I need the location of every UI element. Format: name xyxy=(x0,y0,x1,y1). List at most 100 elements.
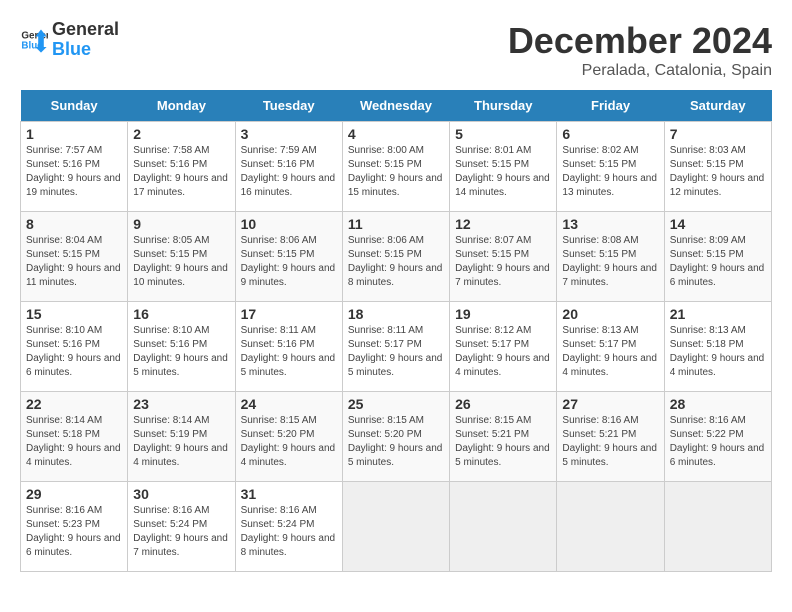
table-row: 29 Sunrise: 8:16 AM Sunset: 5:23 PM Dayl… xyxy=(21,482,128,572)
col-monday: Monday xyxy=(128,90,235,122)
day-info: Sunrise: 8:10 AM Sunset: 5:16 PM Dayligh… xyxy=(133,324,229,380)
location-title: Peralada, Catalonia, Spain xyxy=(508,62,772,80)
table-row: 4 Sunrise: 8:00 AM Sunset: 5:15 PM Dayli… xyxy=(342,122,449,212)
table-row: 14 Sunrise: 8:09 AM Sunset: 5:15 PM Dayl… xyxy=(664,212,771,302)
col-sunday: Sunday xyxy=(21,90,128,122)
day-number: 13 xyxy=(562,216,658,232)
day-info: Sunrise: 8:02 AM Sunset: 5:15 PM Dayligh… xyxy=(562,144,658,200)
day-info: Sunrise: 7:59 AM Sunset: 5:16 PM Dayligh… xyxy=(241,144,337,200)
table-row: 7 Sunrise: 8:03 AM Sunset: 5:15 PM Dayli… xyxy=(664,122,771,212)
day-number: 25 xyxy=(348,396,444,412)
table-row: 25 Sunrise: 8:15 AM Sunset: 5:20 PM Dayl… xyxy=(342,392,449,482)
day-number: 17 xyxy=(241,306,337,322)
logo-text: General Blue xyxy=(52,20,119,60)
day-number: 19 xyxy=(455,306,551,322)
day-number: 14 xyxy=(670,216,766,232)
day-info: Sunrise: 8:07 AM Sunset: 5:15 PM Dayligh… xyxy=(455,234,551,290)
day-number: 10 xyxy=(241,216,337,232)
day-number: 4 xyxy=(348,126,444,142)
col-wednesday: Wednesday xyxy=(342,90,449,122)
table-row: 30 Sunrise: 8:16 AM Sunset: 5:24 PM Dayl… xyxy=(128,482,235,572)
day-info: Sunrise: 8:16 AM Sunset: 5:22 PM Dayligh… xyxy=(670,414,766,470)
day-number: 28 xyxy=(670,396,766,412)
day-info: Sunrise: 8:13 AM Sunset: 5:17 PM Dayligh… xyxy=(562,324,658,380)
day-number: 15 xyxy=(26,306,122,322)
day-info: Sunrise: 8:11 AM Sunset: 5:17 PM Dayligh… xyxy=(348,324,444,380)
day-info: Sunrise: 8:09 AM Sunset: 5:15 PM Dayligh… xyxy=(670,234,766,290)
table-row: 1 Sunrise: 7:57 AM Sunset: 5:16 PM Dayli… xyxy=(21,122,128,212)
calendar-header-row: Sunday Monday Tuesday Wednesday Thursday… xyxy=(21,90,772,122)
day-info: Sunrise: 8:14 AM Sunset: 5:19 PM Dayligh… xyxy=(133,414,229,470)
day-number: 7 xyxy=(670,126,766,142)
day-number: 20 xyxy=(562,306,658,322)
day-number: 23 xyxy=(133,396,229,412)
day-number: 3 xyxy=(241,126,337,142)
day-info: Sunrise: 8:16 AM Sunset: 5:24 PM Dayligh… xyxy=(133,504,229,560)
calendar-row: 1 Sunrise: 7:57 AM Sunset: 5:16 PM Dayli… xyxy=(21,122,772,212)
day-info: Sunrise: 8:05 AM Sunset: 5:15 PM Dayligh… xyxy=(133,234,229,290)
table-row: 9 Sunrise: 8:05 AM Sunset: 5:15 PM Dayli… xyxy=(128,212,235,302)
day-info: Sunrise: 8:08 AM Sunset: 5:15 PM Dayligh… xyxy=(562,234,658,290)
day-number: 6 xyxy=(562,126,658,142)
day-number: 9 xyxy=(133,216,229,232)
day-info: Sunrise: 7:57 AM Sunset: 5:16 PM Dayligh… xyxy=(26,144,122,200)
day-info: Sunrise: 7:58 AM Sunset: 5:16 PM Dayligh… xyxy=(133,144,229,200)
calendar-row: 29 Sunrise: 8:16 AM Sunset: 5:23 PM Dayl… xyxy=(21,482,772,572)
day-number: 26 xyxy=(455,396,551,412)
day-info: Sunrise: 8:16 AM Sunset: 5:21 PM Dayligh… xyxy=(562,414,658,470)
day-number: 2 xyxy=(133,126,229,142)
day-info: Sunrise: 8:06 AM Sunset: 5:15 PM Dayligh… xyxy=(241,234,337,290)
table-row: 17 Sunrise: 8:11 AM Sunset: 5:16 PM Dayl… xyxy=(235,302,342,392)
col-friday: Friday xyxy=(557,90,664,122)
table-row: 15 Sunrise: 8:10 AM Sunset: 5:16 PM Dayl… xyxy=(21,302,128,392)
day-info: Sunrise: 8:13 AM Sunset: 5:18 PM Dayligh… xyxy=(670,324,766,380)
table-row: 22 Sunrise: 8:14 AM Sunset: 5:18 PM Dayl… xyxy=(21,392,128,482)
day-info: Sunrise: 8:10 AM Sunset: 5:16 PM Dayligh… xyxy=(26,324,122,380)
day-number: 24 xyxy=(241,396,337,412)
day-number: 29 xyxy=(26,486,122,502)
day-info: Sunrise: 8:16 AM Sunset: 5:23 PM Dayligh… xyxy=(26,504,122,560)
table-row: 10 Sunrise: 8:06 AM Sunset: 5:15 PM Dayl… xyxy=(235,212,342,302)
calendar-row: 8 Sunrise: 8:04 AM Sunset: 5:15 PM Dayli… xyxy=(21,212,772,302)
day-info: Sunrise: 8:15 AM Sunset: 5:20 PM Dayligh… xyxy=(348,414,444,470)
table-row xyxy=(557,482,664,572)
day-info: Sunrise: 8:03 AM Sunset: 5:15 PM Dayligh… xyxy=(670,144,766,200)
table-row: 8 Sunrise: 8:04 AM Sunset: 5:15 PM Dayli… xyxy=(21,212,128,302)
table-row: 24 Sunrise: 8:15 AM Sunset: 5:20 PM Dayl… xyxy=(235,392,342,482)
day-number: 22 xyxy=(26,396,122,412)
day-info: Sunrise: 8:15 AM Sunset: 5:21 PM Dayligh… xyxy=(455,414,551,470)
day-info: Sunrise: 8:14 AM Sunset: 5:18 PM Dayligh… xyxy=(26,414,122,470)
table-row xyxy=(342,482,449,572)
logo: General Blue General Blue xyxy=(20,20,119,60)
table-row: 21 Sunrise: 8:13 AM Sunset: 5:18 PM Dayl… xyxy=(664,302,771,392)
table-row xyxy=(450,482,557,572)
day-number: 5 xyxy=(455,126,551,142)
col-tuesday: Tuesday xyxy=(235,90,342,122)
table-row: 13 Sunrise: 8:08 AM Sunset: 5:15 PM Dayl… xyxy=(557,212,664,302)
table-row: 2 Sunrise: 7:58 AM Sunset: 5:16 PM Dayli… xyxy=(128,122,235,212)
day-info: Sunrise: 8:04 AM Sunset: 5:15 PM Dayligh… xyxy=(26,234,122,290)
table-row: 18 Sunrise: 8:11 AM Sunset: 5:17 PM Dayl… xyxy=(342,302,449,392)
col-saturday: Saturday xyxy=(664,90,771,122)
day-info: Sunrise: 8:15 AM Sunset: 5:20 PM Dayligh… xyxy=(241,414,337,470)
table-row: 27 Sunrise: 8:16 AM Sunset: 5:21 PM Dayl… xyxy=(557,392,664,482)
col-thursday: Thursday xyxy=(450,90,557,122)
day-info: Sunrise: 8:01 AM Sunset: 5:15 PM Dayligh… xyxy=(455,144,551,200)
day-info: Sunrise: 8:00 AM Sunset: 5:15 PM Dayligh… xyxy=(348,144,444,200)
day-info: Sunrise: 8:06 AM Sunset: 5:15 PM Dayligh… xyxy=(348,234,444,290)
day-number: 31 xyxy=(241,486,337,502)
calendar-row: 15 Sunrise: 8:10 AM Sunset: 5:16 PM Dayl… xyxy=(21,302,772,392)
day-number: 8 xyxy=(26,216,122,232)
calendar-table: Sunday Monday Tuesday Wednesday Thursday… xyxy=(20,90,772,572)
day-number: 1 xyxy=(26,126,122,142)
table-row: 23 Sunrise: 8:14 AM Sunset: 5:19 PM Dayl… xyxy=(128,392,235,482)
table-row: 28 Sunrise: 8:16 AM Sunset: 5:22 PM Dayl… xyxy=(664,392,771,482)
table-row: 31 Sunrise: 8:16 AM Sunset: 5:24 PM Dayl… xyxy=(235,482,342,572)
calendar-row: 22 Sunrise: 8:14 AM Sunset: 5:18 PM Dayl… xyxy=(21,392,772,482)
day-number: 11 xyxy=(348,216,444,232)
month-title: December 2024 xyxy=(508,20,772,62)
table-row: 26 Sunrise: 8:15 AM Sunset: 5:21 PM Dayl… xyxy=(450,392,557,482)
logo-icon: General Blue xyxy=(20,26,48,54)
day-number: 18 xyxy=(348,306,444,322)
table-row xyxy=(664,482,771,572)
